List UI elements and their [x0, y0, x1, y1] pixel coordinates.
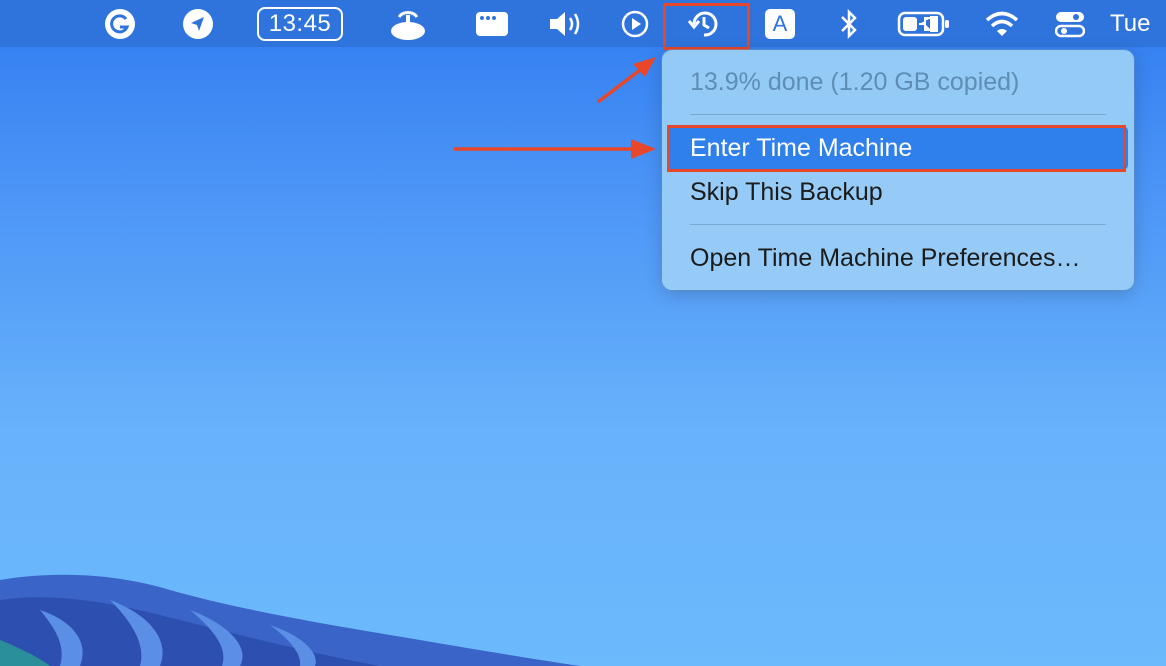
window-icon[interactable] — [474, 0, 510, 47]
date-time[interactable]: Tue — [1110, 0, 1166, 47]
menu-item-skip-backup[interactable]: Skip This Backup — [668, 170, 1128, 214]
annotation-highlight-item — [667, 125, 1126, 172]
annotation-highlight-icon — [663, 3, 750, 50]
grammarly-icon[interactable] — [102, 0, 138, 47]
menu-bar: 13:45 A Tue — [0, 0, 1166, 47]
bluetooth-icon[interactable] — [834, 0, 864, 47]
clock-badge[interactable]: 13:45 — [256, 0, 344, 47]
fan-icon[interactable] — [388, 0, 428, 47]
location-icon[interactable] — [180, 0, 216, 47]
menu-separator — [690, 114, 1106, 115]
input-source-icon[interactable]: A — [762, 0, 798, 47]
menu-item-open-preferences[interactable]: Open Time Machine Preferences… — [668, 236, 1128, 280]
wifi-icon[interactable] — [984, 0, 1020, 47]
clock-text: 13:45 — [256, 6, 344, 41]
play-icon[interactable] — [618, 0, 652, 47]
menu-separator — [690, 224, 1106, 225]
input-source-label: A — [765, 8, 795, 39]
backup-status: 13.9% done (1.20 GB copied) — [690, 67, 1020, 96]
volume-icon[interactable] — [546, 0, 586, 47]
control-center-icon[interactable] — [1054, 0, 1086, 47]
battery-icon[interactable] — [896, 0, 952, 47]
day-label: Tue — [1110, 9, 1151, 37]
